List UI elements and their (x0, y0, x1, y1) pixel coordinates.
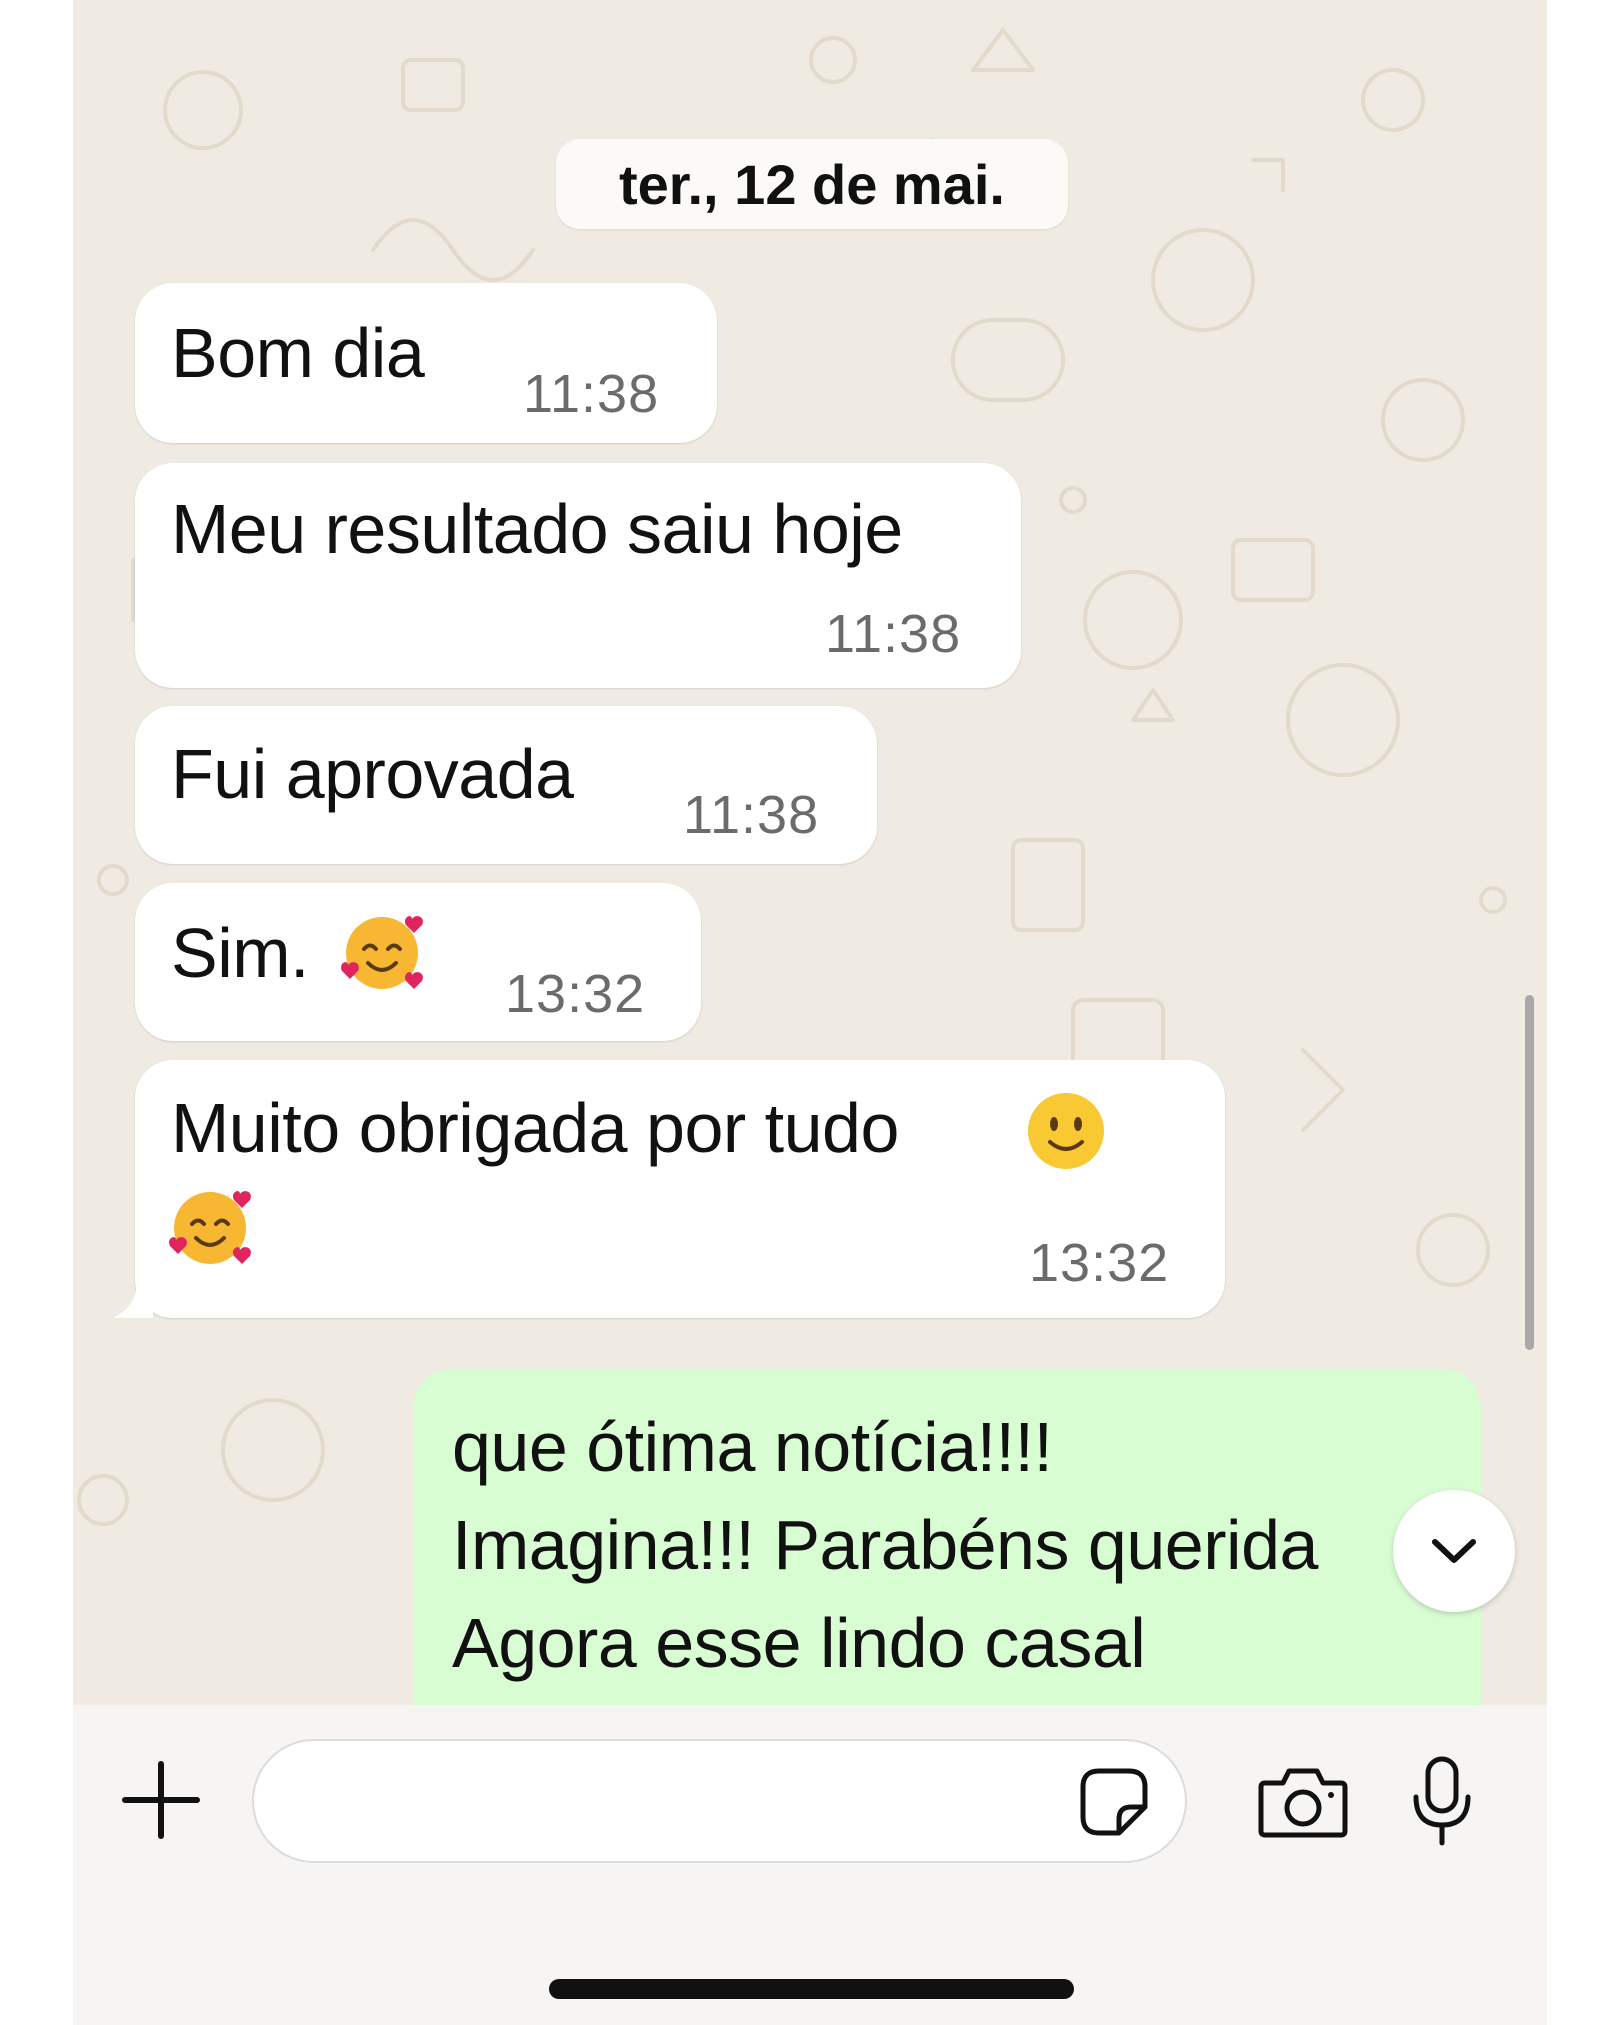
slightly-smiling-face-icon (1028, 1093, 1104, 1169)
message-text: Meu resultado saiu hoje (171, 490, 903, 568)
date-separator: ter., 12 de mai. (556, 139, 1068, 229)
message-time: 13:32 (1029, 1233, 1170, 1293)
scrollbar[interactable] (1525, 995, 1534, 1350)
bubble-tail (113, 1276, 153, 1318)
chat-screen: ter., 12 de mai. Bom dia 11:38 Meu resul… (73, 0, 1547, 2025)
received-message[interactable]: Muito obrigada por tudo 13:32 (135, 1060, 1225, 1318)
home-indicator (549, 1979, 1074, 1999)
received-message[interactable]: Fui aprovada 11:38 (135, 706, 877, 864)
message-text: Bom dia (171, 314, 425, 392)
message-text: Muito obrigada por tudo (171, 1089, 899, 1167)
message-text-line: que ótima notícia!!!! (452, 1408, 1053, 1486)
camera-icon[interactable] (1257, 1765, 1349, 1839)
sticker-icon[interactable] (1079, 1767, 1149, 1837)
smiling-face-with-hearts-icon (341, 916, 423, 989)
microphone-icon[interactable] (1410, 1755, 1474, 1847)
message-time: 11:38 (825, 604, 962, 664)
smiling-face-with-hearts-icon (169, 1191, 251, 1264)
message-time: 11:38 (683, 785, 820, 845)
message-text-line: Agora esse lindo casal (452, 1604, 1146, 1682)
chevron-down-icon (1432, 1539, 1476, 1563)
scroll-to-bottom-button[interactable] (1393, 1490, 1515, 1612)
received-message[interactable]: Meu resultado saiu hoje 11:38 (135, 463, 1021, 688)
message-time: 13:32 (505, 964, 646, 1024)
plus-icon[interactable] (121, 1760, 201, 1840)
message-text: Sim. (171, 914, 310, 992)
message-text: Fui aprovada (171, 735, 574, 813)
message-time: 11:38 (523, 364, 660, 424)
received-message[interactable]: Bom dia 11:38 (135, 283, 717, 443)
message-text-line: Imagina!!! Parabéns querida (452, 1506, 1318, 1584)
message-input[interactable] (252, 1739, 1187, 1863)
received-message[interactable]: Sim. 13:32 (135, 883, 701, 1041)
message-composer (73, 1705, 1547, 2025)
